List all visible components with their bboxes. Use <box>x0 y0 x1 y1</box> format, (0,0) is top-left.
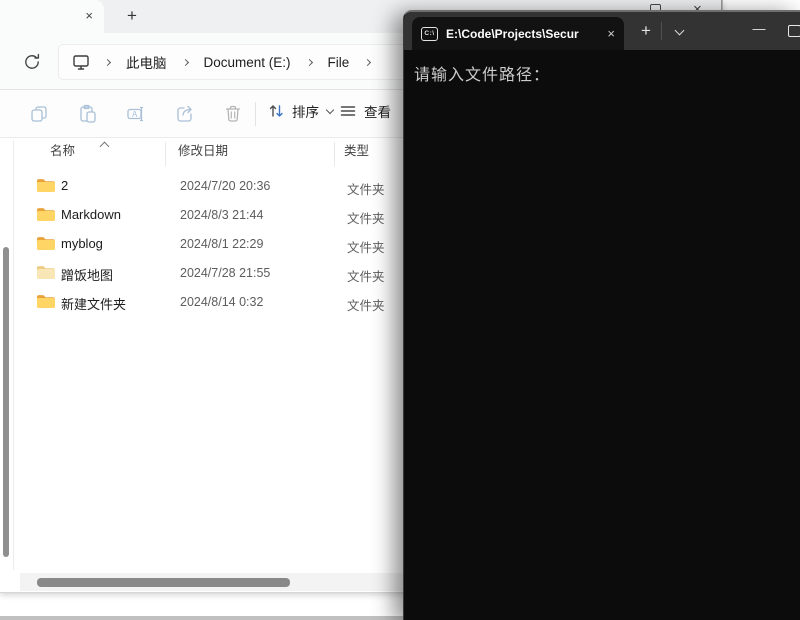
trash-icon <box>222 103 244 125</box>
chevron-down-icon <box>326 106 334 114</box>
folder-icon <box>36 177 55 193</box>
view-label: 查看 <box>364 101 391 121</box>
folder-icon <box>36 293 55 309</box>
refresh-button[interactable] <box>21 51 43 73</box>
rename-icon: A <box>125 103 147 125</box>
file-type: 文件夹 <box>347 179 385 198</box>
terminal-maximize-button[interactable] <box>788 25 800 37</box>
file-date: 2024/8/14 0:32 <box>180 295 263 309</box>
share-button[interactable] <box>174 103 196 125</box>
explorer-tab[interactable]: × <box>0 0 104 33</box>
vertical-scrollbar[interactable] <box>3 247 9 557</box>
empty-folder-icon <box>36 264 55 280</box>
terminal-toolbar-divider <box>661 22 662 40</box>
folder-icon <box>36 235 55 251</box>
terminal-content: 请输入文件路径： <box>404 50 800 85</box>
terminal-tab[interactable]: C:\ E:\Code\Projects\Secur × <box>412 17 624 50</box>
view-button[interactable]: 查看 <box>338 101 397 121</box>
file-type: 文件夹 <box>347 237 385 256</box>
file-name: Markdown <box>61 207 121 222</box>
command-prompt-icon: C:\ <box>421 27 438 41</box>
chevron-right-icon <box>364 58 371 65</box>
terminal-window: C:\ E:\Code\Projects\Secur × + — 请输入文件路径… <box>403 10 800 620</box>
file-name: myblog <box>61 236 103 251</box>
terminal-dropdown-button[interactable] <box>667 18 693 44</box>
copy-button[interactable] <box>28 103 50 125</box>
tab-close-icon[interactable]: × <box>85 7 93 25</box>
file-name: 2 <box>61 178 68 193</box>
file-date: 2024/7/20 20:36 <box>180 179 270 193</box>
new-tab-button[interactable]: + <box>120 4 144 28</box>
breadcrumb-item-this-pc[interactable]: 此电脑 <box>120 48 173 76</box>
column-header-type[interactable]: 类型 <box>344 140 369 168</box>
navigation-pane-divider <box>13 140 14 570</box>
chevron-right-icon <box>305 58 312 65</box>
file-type: 文件夹 <box>347 295 385 314</box>
sort-label: 排序 <box>292 101 319 121</box>
folder-icon <box>36 206 55 222</box>
chevron-down-icon <box>675 26 685 36</box>
terminal-minimize-button[interactable]: — <box>744 14 774 44</box>
chevron-right-icon <box>104 58 111 65</box>
refresh-icon <box>21 51 43 73</box>
column-divider <box>334 142 335 166</box>
column-divider <box>165 142 166 166</box>
file-date: 2024/8/3 21:44 <box>180 208 263 222</box>
file-type: 文件夹 <box>347 208 385 227</box>
file-name: 蹭饭地图 <box>61 265 113 284</box>
delete-button[interactable] <box>222 103 244 125</box>
breadcrumb-item-file[interactable]: File <box>322 51 356 74</box>
horizontal-scrollbar[interactable] <box>37 578 290 587</box>
this-pc-icon[interactable] <box>71 52 91 72</box>
file-type: 文件夹 <box>347 266 385 285</box>
rename-button[interactable]: A <box>125 103 147 125</box>
breadcrumb-item-drive-e[interactable]: Document (E:) <box>198 51 297 74</box>
sort-button[interactable]: 排序 <box>266 101 335 121</box>
file-name: 新建文件夹 <box>61 294 126 313</box>
sort-ascending-icon <box>100 142 110 152</box>
paste-button[interactable] <box>77 103 99 125</box>
svg-text:A: A <box>132 110 138 119</box>
file-date: 2024/8/1 22:29 <box>180 237 263 251</box>
column-header-name[interactable]: 名称 <box>50 140 75 168</box>
copy-icon <box>28 103 50 125</box>
toolbar-divider <box>255 102 256 126</box>
share-icon <box>174 103 196 125</box>
terminal-title-bar: C:\ E:\Code\Projects\Secur × + — <box>404 12 800 50</box>
terminal-prompt-text: 请输入文件路径： <box>414 65 550 84</box>
file-date: 2024/7/28 21:55 <box>180 266 270 280</box>
terminal-tab-title: E:\Code\Projects\Secur <box>446 27 603 41</box>
terminal-tab-close-icon[interactable]: × <box>607 26 615 41</box>
chevron-right-icon <box>181 58 188 65</box>
terminal-new-tab-button[interactable]: + <box>633 18 659 44</box>
sort-arrows-icon <box>266 101 286 121</box>
paste-icon <box>77 103 99 125</box>
view-list-icon <box>338 101 358 121</box>
column-header-date[interactable]: 修改日期 <box>178 140 228 168</box>
